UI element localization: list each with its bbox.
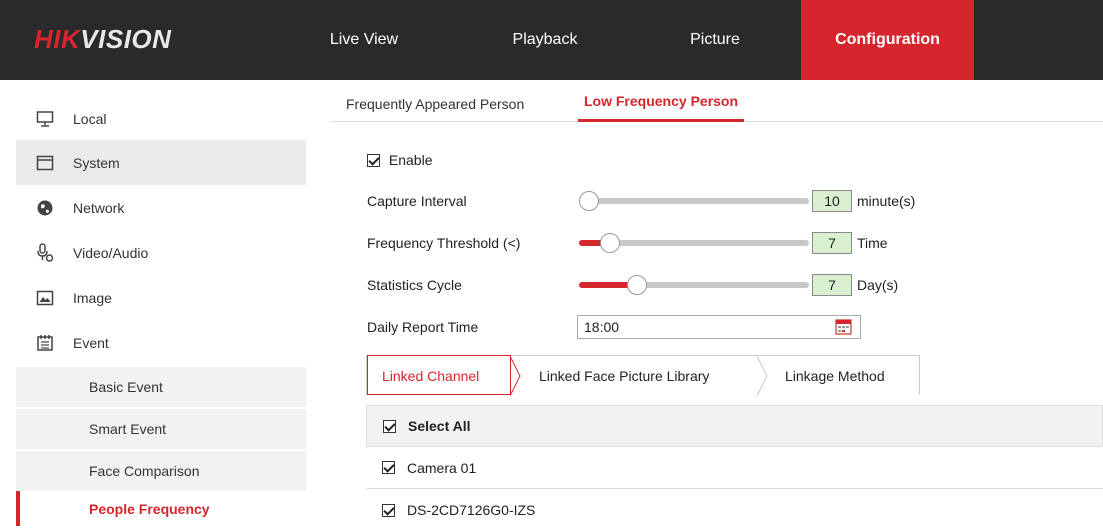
enable-label: Enable xyxy=(388,152,433,168)
sidebar-item-image[interactable]: Image xyxy=(16,275,306,320)
sidebar-subitem-smart-event[interactable]: Smart Event xyxy=(16,409,306,449)
capture-interval-slider[interactable] xyxy=(579,191,809,211)
tab-linked-face-picture-library[interactable]: Linked Face Picture Library xyxy=(539,356,709,396)
sidebar-subitem-label: People Frequency xyxy=(89,500,210,517)
tab-live-view[interactable]: Live View xyxy=(316,0,412,80)
hikvision-logo: HIKVISION xyxy=(34,24,172,54)
frequency-threshold-slider[interactable] xyxy=(579,233,809,253)
sidebar-item-video-audio[interactable]: Video/Audio xyxy=(16,230,306,275)
statistics-cycle-unit: Day(s) xyxy=(857,277,899,293)
top-navigation-bar: HIKVISION Live View Playback Picture Con… xyxy=(0,0,1103,80)
linkage-tabs: Linked Channel Linked Face Picture Libra… xyxy=(366,355,920,396)
sidebar-subitem-label: Smart Event xyxy=(89,421,167,437)
channel-label: DS-2CD7126G0-IZS xyxy=(407,502,536,518)
channel-label: Camera 01 xyxy=(407,459,477,476)
table-row: Camera 01 xyxy=(366,447,1103,489)
sidebar-subitem-people-frequency[interactable]: People Frequency xyxy=(16,491,306,526)
monitor-icon xyxy=(34,108,56,130)
window-icon xyxy=(34,152,56,174)
frequency-threshold-unit: Time xyxy=(857,235,888,251)
sidebar-item-label: System xyxy=(73,154,120,171)
sidebar-item-label: Image xyxy=(73,289,112,306)
tab-linkage-method[interactable]: Linkage Method xyxy=(785,356,885,396)
sidebar-item-label: Network xyxy=(73,199,125,216)
microphone-icon xyxy=(34,242,56,264)
tab-separator-chevron xyxy=(510,356,521,396)
table-header-row: Select All xyxy=(366,405,1103,447)
image-icon xyxy=(34,287,56,309)
enable-checkbox[interactable] xyxy=(367,154,380,167)
sidebar-item-label: Video/Audio xyxy=(73,244,149,261)
sidebar-subitem-face-comparison[interactable]: Face Comparison xyxy=(16,451,306,491)
sidebar-item-label: Event xyxy=(73,334,109,351)
sidebar-item-system[interactable]: System xyxy=(16,140,306,185)
daily-report-time-label: Daily Report Time xyxy=(367,319,479,335)
select-all-checkbox[interactable] xyxy=(383,419,396,433)
table-row: DS-2CD7126G0-IZS xyxy=(366,489,1103,531)
slider-thumb[interactable] xyxy=(579,191,599,211)
channel-checkbox[interactable] xyxy=(382,461,395,474)
slider-thumb[interactable] xyxy=(627,275,647,295)
sidebar-item-label: Local xyxy=(73,110,107,127)
tab-linked-channel[interactable]: Linked Channel xyxy=(367,355,511,395)
tab-separator-chevron xyxy=(757,356,768,396)
sidebar-subitem-label: Basic Event xyxy=(89,379,163,395)
frequency-threshold-value[interactable]: 7 xyxy=(812,232,852,254)
sidebar-item-network[interactable]: Network xyxy=(16,185,306,230)
frequency-threshold-label: Frequency Threshold (<) xyxy=(367,235,521,251)
capture-interval-label: Capture Interval xyxy=(367,193,467,209)
statistics-cycle-slider[interactable] xyxy=(579,275,809,295)
sidebar-subitem-basic-event[interactable]: Basic Event xyxy=(16,367,306,407)
globe-icon xyxy=(34,197,56,219)
tab-picture[interactable]: Picture xyxy=(670,0,760,80)
sidebar-item-local[interactable]: Local xyxy=(16,96,306,141)
sidebar-subitem-label: Face Comparison xyxy=(89,463,200,479)
enable-row: Enable xyxy=(367,152,432,168)
slider-thumb[interactable] xyxy=(600,233,620,253)
channel-checkbox[interactable] xyxy=(382,503,395,517)
daily-report-time-input[interactable]: 18:00 xyxy=(577,315,861,339)
capture-interval-unit: minute(s) xyxy=(857,193,916,209)
linked-channel-table: Select All Camera 01 DS-2CD7126G0-IZS xyxy=(366,405,1103,526)
select-all-label: Select All xyxy=(408,418,471,434)
tab-configuration[interactable]: Configuration xyxy=(801,0,974,80)
statistics-cycle-value[interactable]: 7 xyxy=(812,274,852,296)
statistics-cycle-label: Statistics Cycle xyxy=(367,277,462,293)
tab-frequently-appeared-person[interactable]: Frequently Appeared Person xyxy=(346,80,524,122)
tab-playback[interactable]: Playback xyxy=(490,0,600,80)
capture-interval-value[interactable]: 10 xyxy=(812,190,852,212)
people-frequency-tabs: Frequently Appeared Person Low Frequency… xyxy=(330,80,1103,122)
calendar-icon xyxy=(34,332,56,354)
sidebar-item-event[interactable]: Event xyxy=(16,320,306,365)
calendar-picker-icon[interactable] xyxy=(835,318,852,335)
tab-low-frequency-person[interactable]: Low Frequency Person xyxy=(578,80,745,122)
